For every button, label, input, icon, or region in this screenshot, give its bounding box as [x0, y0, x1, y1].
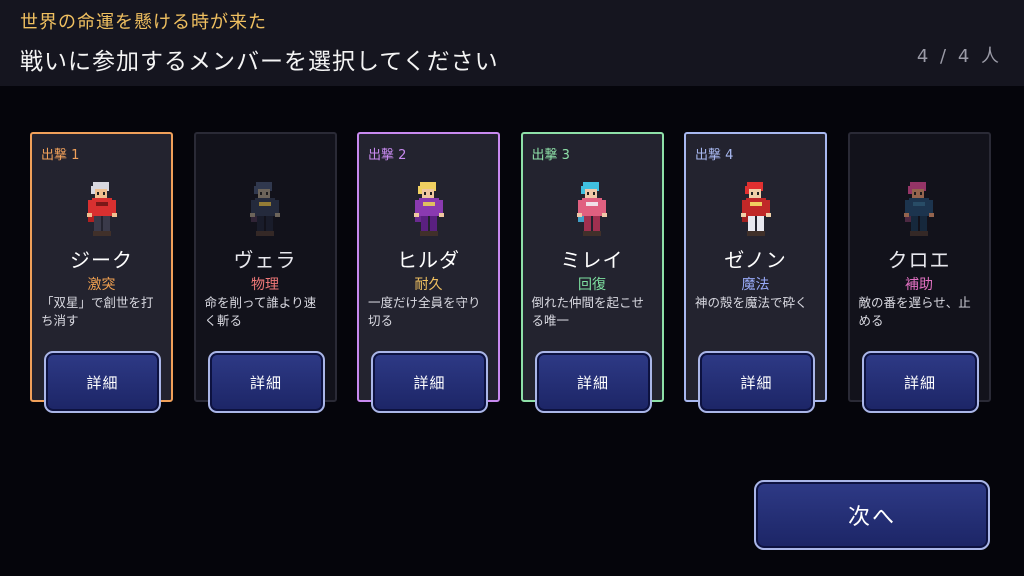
character-description: 命を削って誰より速く斬る — [204, 295, 317, 328]
sortie-order-badge: 出撃 4 — [695, 148, 734, 163]
sortie-order-badge: 出撃 1 — [41, 148, 80, 163]
next-button[interactable]: 次へ — [754, 480, 990, 550]
character-card-list: 出撃 1 ジーク 激突 「双星」で創世を打ち消す 詳細 ヴェラ 物理 命を削って誰より速く斬る… — [30, 132, 1000, 413]
character-description: 敵の番を遅らせ、止める — [858, 295, 971, 328]
character-name: ヒルダ — [397, 248, 460, 272]
detail-button[interactable]: 詳細 — [371, 351, 488, 413]
character-description: 「双星」で創世を打ち消す — [41, 295, 154, 328]
detail-button[interactable]: 詳細 — [698, 351, 815, 413]
header-subtitle: 世界の命運を懸ける時が来た — [20, 12, 267, 33]
character-card[interactable]: 出撃 4 ゼノン魔法神の殻を魔法で砕く詳細 — [684, 132, 827, 413]
character-name: クロエ — [887, 248, 951, 272]
dark-knight-sprite — [244, 178, 286, 238]
character-role: 魔法 — [741, 277, 770, 293]
character-name: ヴェラ — [233, 248, 297, 272]
red-warrior-sprite — [81, 178, 123, 238]
character-description: 倒れた仲間を起こせる唯一 — [531, 295, 645, 328]
character-card[interactable]: クロエ補助敵の番を遅らせ、止める詳細 — [847, 132, 991, 413]
character-card[interactable]: 出撃 3 ミレイ回復倒れた仲間を起こせる唯一詳細 — [520, 132, 664, 413]
red-mage-sprite — [735, 178, 777, 238]
cyan-healer-sprite — [571, 178, 613, 238]
character-role: 回復 — [578, 277, 606, 293]
purple-knight-sprite — [408, 178, 450, 238]
character-name: ミレイ — [560, 248, 624, 272]
sortie-order-badge: 出撃 2 — [368, 148, 407, 163]
character-role: 物理 — [251, 277, 279, 293]
character-description: 神の殻を魔法で砕く — [695, 295, 808, 310]
character-card[interactable]: 出撃 2 ヒルダ耐久一度だけ全員を守り切る詳細 — [357, 132, 500, 413]
character-name: ゼノン — [724, 248, 787, 272]
party-count: 4 / 4 人 — [916, 46, 1002, 67]
detail-button[interactable]: 詳細 — [861, 351, 979, 413]
page-title: 戦いに参加するメンバーを選択してください — [20, 49, 499, 75]
support-mage-sprite — [898, 178, 940, 238]
sortie-order-badge: 出撃 3 — [531, 148, 570, 163]
detail-button[interactable]: 詳細 — [534, 351, 652, 413]
detail-button[interactable]: 詳細 — [207, 351, 325, 413]
character-description: 一度だけ全員を守り切る — [368, 295, 481, 328]
character-role: 激突 — [87, 277, 116, 293]
detail-button[interactable]: 詳細 — [44, 351, 161, 413]
header-bar: 世界の命運を懸ける時が来た 戦いに参加するメンバーを選択してください 4 / 4… — [0, 0, 1024, 86]
character-card[interactable]: 出撃 1 ジーク激突「双星」で創世を打ち消す詳細 — [30, 132, 173, 413]
character-card[interactable]: ヴェラ物理命を削って誰より速く斬る詳細 — [193, 132, 337, 413]
character-name: ジーク — [70, 248, 133, 272]
character-role: 耐久 — [414, 277, 443, 293]
character-role: 補助 — [905, 277, 933, 293]
